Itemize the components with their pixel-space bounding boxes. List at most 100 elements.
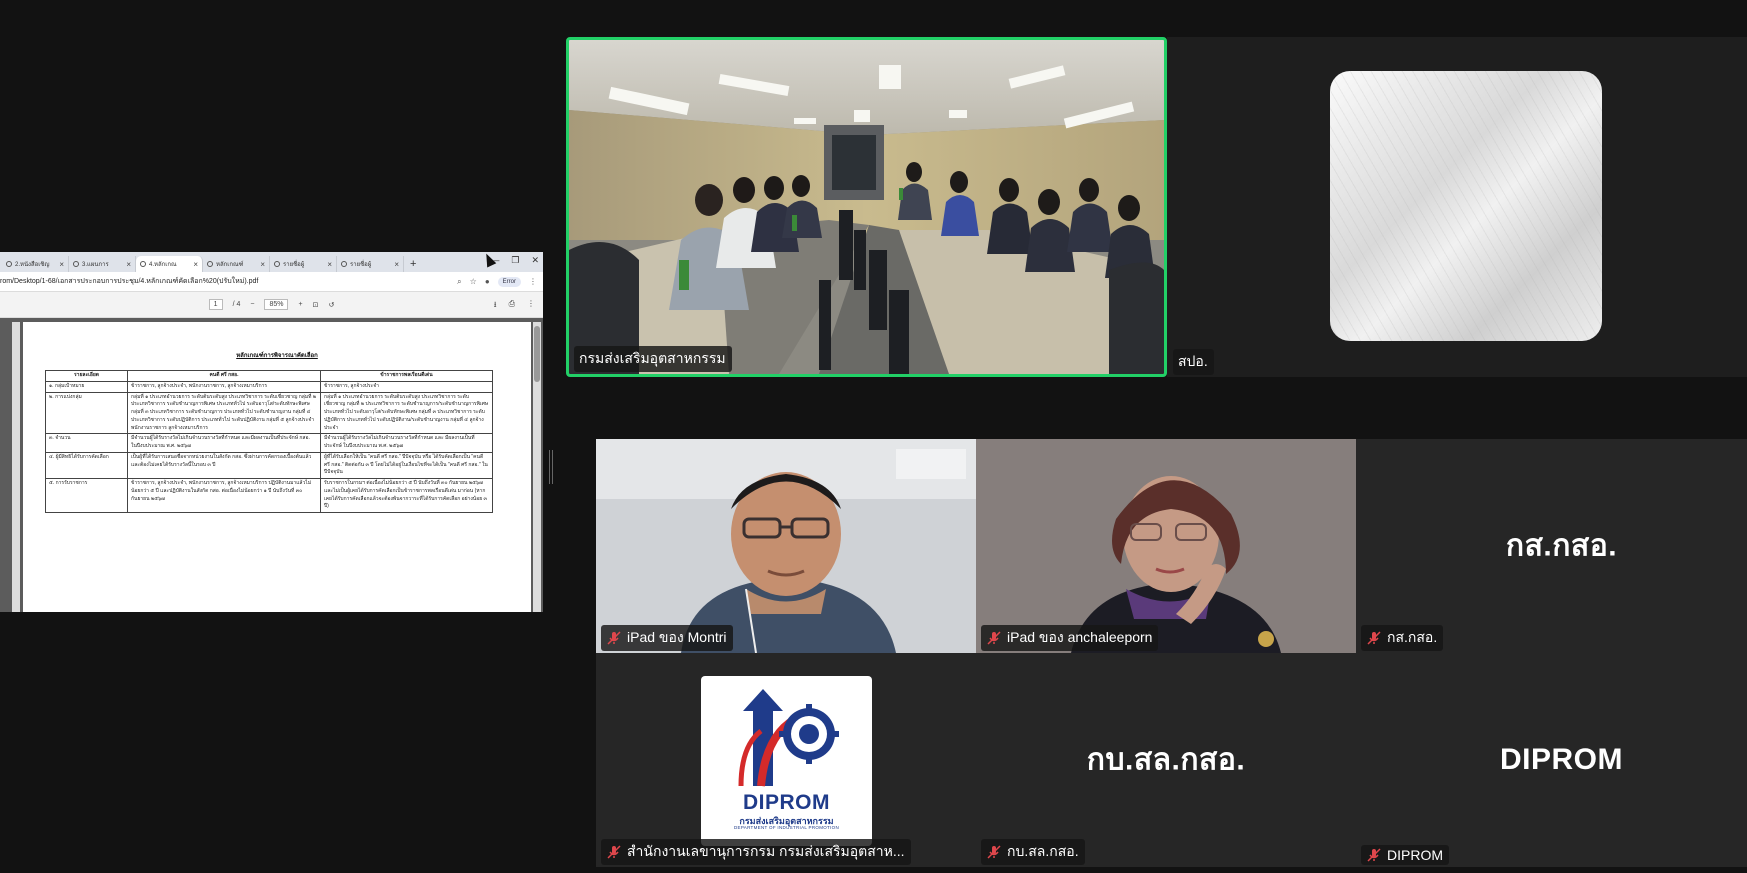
browser-tab[interactable]: รายชื่อผู้ ×: [270, 256, 337, 272]
pdf-toolbar: 1 / 4 − 85% + ⊡ ↺ ⭳ ⎙ ⋮: [0, 292, 543, 318]
participant-name: กรมส่งเสริมอุตสาหกรรม: [579, 350, 726, 366]
profile-error-chip[interactable]: Error: [497, 276, 521, 287]
new-tab-button[interactable]: +: [404, 256, 422, 272]
participant-avatar-image: [1330, 71, 1602, 341]
table-header: รายละเอียด: [45, 370, 128, 382]
zoom-out-icon[interactable]: −: [250, 301, 254, 308]
table-header: ข้าราชการพลเรือนดีเด่น: [320, 370, 493, 382]
bookmark-star-icon[interactable]: ☆: [470, 277, 477, 286]
globe-icon: [140, 261, 146, 267]
profile-icon[interactable]: ●: [485, 277, 490, 286]
globe-icon: [6, 261, 12, 267]
browser-tab[interactable]: 2.หนังสือเชิญ ×: [2, 256, 69, 272]
table-cell: เป็นผู้ที่ได้รับการเสนอชื่อจากหน่วยงานใน…: [127, 451, 321, 480]
restore-icon[interactable]: ❐: [511, 255, 519, 266]
table-cell: รับราชการในกรมฯ ต่อเนื่องไม่น้อยกว่า ๕ ป…: [320, 478, 493, 513]
pdf-scrollbar[interactable]: [533, 322, 541, 612]
table-row: ๔. ผู้มีสิทธิได้รับการคัดเลือก เป็นผู้ที…: [45, 451, 493, 480]
browser-tab-active[interactable]: 4.หลักเกณ ×: [136, 256, 203, 272]
table-cell: ข้าราชการ, ลูกจ้างประจำ, พนักงานราชการ, …: [127, 478, 321, 513]
table-cell: กลุ่มที่ ๑ ประเภทอำนวยการ ระดับต้นระดับส…: [320, 391, 493, 435]
pdf-viewer[interactable]: หลักเกณฑ์การพิจารณาคัดเลือก รายละเอียด ค…: [0, 318, 543, 612]
diprom-logo-english: DEPARTMENT OF INDUSTRIAL PROMOTION: [733, 825, 840, 830]
participant-name-chip: กรมส่งเสริมอุตสาหกรรม: [574, 346, 732, 372]
browser-menu-icon[interactable]: ⋮: [529, 277, 537, 286]
zoom-magnifier-icon[interactable]: ⌕: [457, 277, 461, 287]
table-row: ๑. กลุ่มเป้าหมาย ข้าราชการ, ลูกจ้างประจำ…: [45, 380, 493, 393]
participant-name-chip: กส.กสอ.: [1361, 625, 1444, 651]
browser-tab[interactable]: รายชื่อผู้ ×: [337, 256, 404, 272]
participant-name: iPad ของ Montri: [627, 629, 727, 645]
table-cell: มีจำนวนผู้ได้รับรางวัลไม่เกินจำนวนรางวัล…: [320, 433, 493, 453]
fit-page-icon[interactable]: ⊡: [313, 301, 319, 309]
close-tab-icon[interactable]: ×: [394, 260, 399, 269]
participant-name: กส.กสอ.: [1387, 629, 1438, 645]
globe-icon: [73, 261, 79, 267]
video-tile-spo[interactable]: สปอ.: [1167, 37, 1747, 377]
pdf-actions: ⭳ ⎙ ⋮: [494, 299, 535, 313]
pdf-menu-icon[interactable]: ⋮: [527, 299, 535, 313]
video-tile-meeting-room[interactable]: กรมส่งเสริมอุตสาหกรรม: [566, 37, 1167, 377]
zoom-in-icon[interactable]: +: [298, 301, 302, 308]
close-tab-icon[interactable]: ×: [59, 260, 64, 269]
participant-name: กบ.สล.กสอ.: [1007, 843, 1079, 859]
table-header: คนดี ศรี กสอ.: [127, 370, 321, 382]
table-cell: ข้าราชการ, ลูกจ้างประจำ, พนักงานราชการ, …: [127, 380, 321, 393]
video-tile-montri[interactable]: iPad ของ Montri: [596, 439, 976, 653]
globe-icon: [274, 261, 280, 267]
scrollbar-thumb[interactable]: [534, 326, 540, 382]
page-number-input[interactable]: 1: [208, 299, 223, 310]
microphone-muted-icon: [987, 631, 1001, 645]
close-window-icon[interactable]: ✕: [531, 255, 539, 266]
close-tab-icon[interactable]: ×: [260, 260, 265, 269]
montri-video: [596, 439, 976, 653]
participant-name-chip: กบ.สล.กสอ.: [981, 839, 1085, 865]
print-icon[interactable]: ⎙: [509, 299, 515, 313]
table-row: ๕. การรับราชการ ข้าราชการ, ลูกจ้างประจำ,…: [45, 478, 493, 513]
participant-name: iPad ของ anchaleeporn: [1007, 629, 1153, 645]
globe-icon: [207, 261, 213, 267]
microphone-muted-icon: [607, 845, 621, 859]
participant-name-chip: iPad ของ anchaleeporn: [981, 625, 1159, 651]
browser-tab[interactable]: หลักเกณฑ์ ×: [203, 256, 270, 272]
video-tile-secretary-office[interactable]: DIPROM กรมส่งเสริมอุตสาหกรรม DEPARTMENT …: [596, 653, 976, 867]
rotate-icon[interactable]: ↺: [328, 301, 334, 309]
table-cell: ๒. การแบ่งกลุ่ม: [45, 391, 128, 435]
address-bar: rom/Desktop/1-68/เอกสารประกอบการประชุม/4…: [0, 272, 543, 292]
participant-name: DIPROM: [1387, 847, 1443, 863]
split-view-resize-handle[interactable]: [549, 450, 553, 484]
table-cell: มีจำนวนผู้ได้รับรางวัลไม่เกินจำนวนรางวัล…: [127, 433, 321, 453]
meeting-room-video: [569, 40, 1164, 374]
participant-name: สปอ.: [1178, 353, 1208, 369]
table-cell: กลุ่มที่ ๑ ประเภทอำนวยการ ระดับต้นระดับส…: [127, 391, 321, 435]
browser-tab-bar: 2.หนังสือเชิญ × 3.แผนการ × 4.หลักเกณ × หลัก…: [0, 252, 543, 272]
microphone-muted-icon: [987, 845, 1001, 859]
microphone-muted-icon: [1367, 848, 1381, 862]
zoom-level[interactable]: 85%: [264, 299, 289, 310]
participant-display-name: กส.กสอ.: [1505, 529, 1618, 563]
url-field[interactable]: rom/Desktop/1-68/เอกสารประกอบการประชุม/4…: [0, 276, 457, 287]
left-panel-scrollbar[interactable]: [12, 322, 20, 612]
participant-name: สำนักงานเลขานุการกรม กรมส่งเสริมอุตสาห..…: [627, 843, 905, 859]
video-tile-anchaleeporn[interactable]: iPad ของ anchaleeporn: [976, 439, 1356, 653]
download-icon[interactable]: ⭳: [494, 299, 497, 313]
browser-tab[interactable]: 3.แผนการ ×: [69, 256, 136, 272]
close-tab-icon[interactable]: ×: [193, 260, 198, 269]
video-tile-diprom[interactable]: DIPROM DIPROM: [1356, 653, 1747, 867]
microphone-muted-icon: [1367, 631, 1381, 645]
shared-screen-window: 2.หนังสือเชิญ × 3.แผนการ × 4.หลักเกณ × หลัก…: [0, 252, 543, 612]
window-controls: — ❐ ✕: [490, 255, 539, 266]
diprom-emblem-icon: [738, 689, 839, 787]
table-cell: ผู้ที่ได้รับเลือกให้เป็น "คนดี ศรี กสอ."…: [320, 451, 493, 480]
close-tab-icon[interactable]: ×: [327, 260, 332, 269]
table-header-row: รายละเอียด คนดี ศรี กสอ. ข้าราชการพลเรือ…: [45, 370, 493, 382]
table-cell: ๑. กลุ่มเป้าหมาย: [45, 380, 128, 393]
video-tile-ksk[interactable]: กส.กสอ. กส.กสอ.: [1356, 439, 1747, 653]
table-cell: ๔. ผู้มีสิทธิได้รับการคัดเลือก: [45, 451, 128, 480]
participant-name-chip: สำนักงานเลขานุการกรม กรมส่งเสริมอุตสาห..…: [601, 839, 911, 865]
page-total: / 4: [232, 301, 241, 308]
video-tile-kbs[interactable]: กบ.สล.กสอ. กบ.สล.กสอ.: [976, 653, 1356, 867]
participant-name-chip: iPad ของ Montri: [601, 625, 733, 651]
close-tab-icon[interactable]: ×: [126, 260, 131, 269]
table-row: ๒. การแบ่งกลุ่ม กลุ่มที่ ๑ ประเภทอำนวยกา…: [45, 391, 493, 435]
